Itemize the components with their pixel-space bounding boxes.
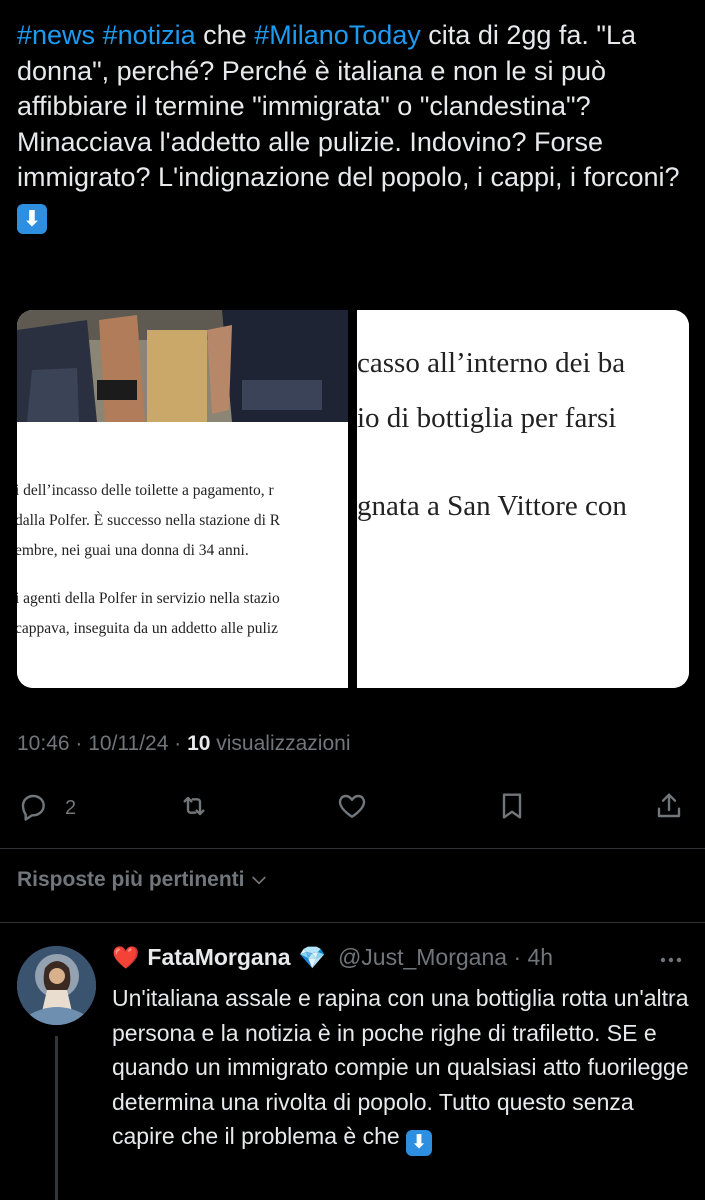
reply-button[interactable]: 2 — [17, 786, 76, 830]
bookmark-button[interactable] — [496, 786, 528, 830]
heart-emoji: ❤️ — [112, 944, 140, 970]
thread-line — [55, 1036, 58, 1200]
views-count: 10 — [187, 732, 211, 755]
retweet-icon — [178, 790, 210, 827]
reply-author-name[interactable]: FataMorgana — [147, 944, 290, 971]
media-image-article[interactable]: i dell’incasso delle toilette a pagament… — [17, 310, 348, 688]
tweet-timestamp[interactable]: 10:46 · 10/11/24 · — [17, 732, 187, 755]
like-button[interactable] — [336, 786, 368, 830]
down-arrow-emoji: ⬇ — [17, 203, 47, 234]
down-arrow-emoji: ⬇ — [406, 1130, 433, 1156]
article-line-large: io di bottiglia per farsi — [357, 402, 617, 434]
action-bar: 2 — [0, 786, 705, 830]
reply-count: 2 — [65, 796, 77, 819]
divider — [0, 848, 705, 849]
media-divider — [348, 310, 357, 688]
share-button[interactable] — [653, 786, 685, 830]
reply-icon — [17, 790, 49, 827]
reply-author-handle[interactable]: @Just_Morgana · 4h — [338, 944, 553, 971]
replies-sort-label: Risposte più pertinenti — [17, 868, 245, 891]
article-line: dalla Polfer. È successo nella stazione … — [17, 512, 281, 529]
hashtag-notizia[interactable]: #notizia — [103, 20, 196, 50]
hashtag-milanotoday[interactable]: #MilanoToday — [254, 20, 421, 50]
article-line-large: gnata a San Vittore con — [357, 490, 627, 522]
hashtag-news[interactable]: #news — [17, 20, 95, 50]
share-icon — [653, 790, 685, 827]
article-line: i dell’incasso delle toilette a pagament… — [17, 482, 274, 499]
police-photo — [17, 310, 348, 422]
media-image-article-zoom[interactable]: casso all’interno dei ba io di bottiglia… — [357, 310, 689, 688]
avatar[interactable] — [17, 946, 96, 1025]
article-line: cappava, inseguita da un addetto alle pu… — [17, 620, 278, 637]
views-label: visualizzazioni — [210, 732, 351, 755]
more-options-icon[interactable] — [655, 946, 687, 974]
article-line: embre, nei guai una donna di 34 anni. — [17, 542, 249, 559]
article-line: i agenti della Polfer in servizio nella … — [17, 590, 280, 607]
bookmark-icon — [496, 790, 528, 827]
reply-text-body: Un'italiana assale e rapina con una bott… — [112, 985, 689, 1149]
replies-sort-selector[interactable]: Risposte più pertinenti — [17, 868, 269, 892]
like-icon — [336, 790, 368, 827]
tweet-text-part: che — [195, 20, 255, 50]
chevron-down-icon — [249, 870, 269, 890]
retweet-button[interactable] — [178, 786, 210, 830]
article-line-large: casso all’interno dei ba — [357, 347, 626, 379]
tweet-media[interactable]: i dell’incasso delle toilette a pagament… — [17, 310, 689, 688]
reply-header: ❤️ FataMorgana 💎 @Just_Morgana · 4h — [112, 944, 553, 971]
tweet-meta: 10:46 · 10/11/24 · 10 visualizzazioni — [17, 732, 350, 756]
diamond-emoji: 💎 — [298, 944, 326, 970]
reply-text: Un'italiana assale e rapina con una bott… — [112, 981, 697, 1156]
tweet-text: #news #notizia che #MilanoToday cita di … — [17, 18, 697, 234]
divider — [0, 922, 705, 923]
